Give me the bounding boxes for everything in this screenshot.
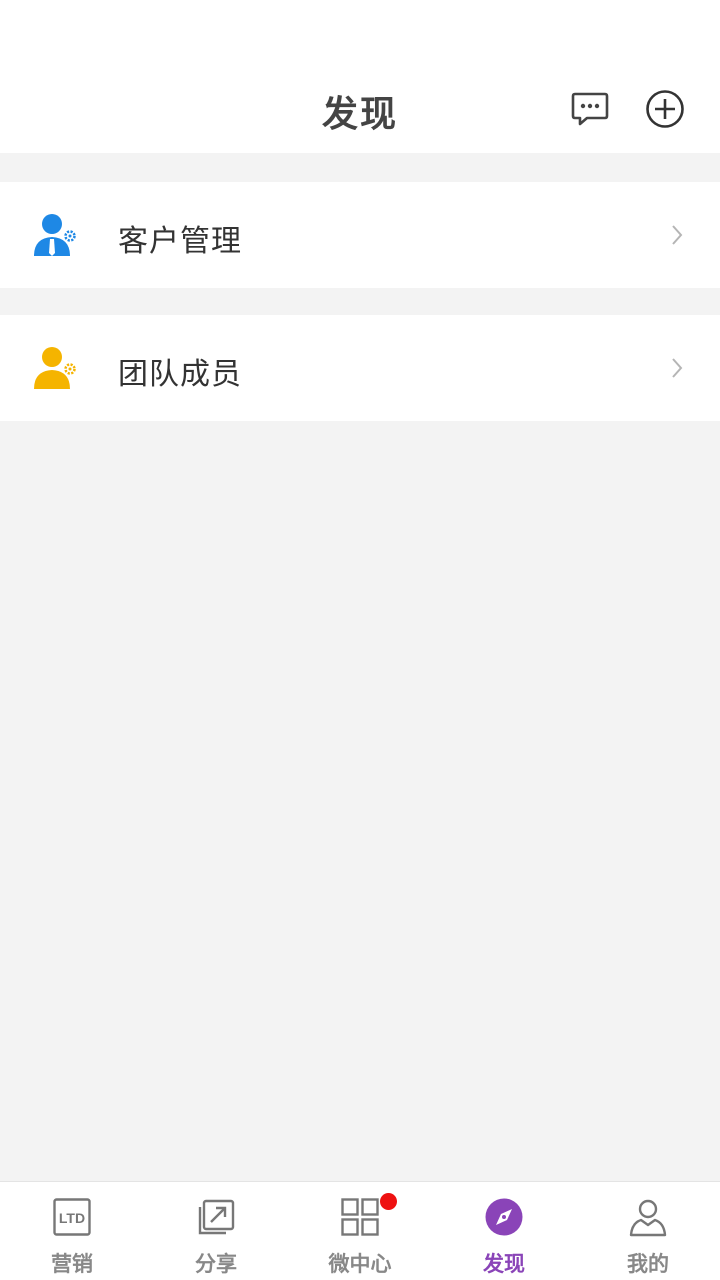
tab-label: 营销 [51,1252,93,1276]
menu-item-label: 团队成员 [118,357,242,392]
team-gear-icon [34,347,76,389]
add-button[interactable] [644,88,686,130]
tab-label: 发现 [483,1252,525,1276]
plus-circle-icon [646,90,684,128]
message-bubble-icon [571,92,609,126]
grid-icon [341,1198,379,1236]
compass-icon [485,1198,523,1236]
tab-share[interactable]: 分享 [144,1182,288,1280]
tab-micro-center[interactable]: 微中心 [288,1182,432,1280]
page-title: 发现 [321,94,398,135]
screen: 发现 客户管理 团队成员 LTD 营销 分享 微中心 发现 我的 [0,0,720,1280]
menu-item-label: 客户管理 [118,224,242,259]
customer-gear-icon [34,214,76,256]
chevron-right-icon [672,225,683,245]
share-icon [198,1199,235,1235]
message-button[interactable] [569,88,611,130]
ltd-icon: LTD [53,1198,91,1236]
notification-badge [380,1193,397,1210]
chevron-right-icon [672,358,683,378]
svg-text:LTD: LTD [59,1210,85,1226]
tab-label: 我的 [627,1252,669,1276]
top-header: 发现 [0,0,720,153]
tab-marketing[interactable]: LTD 营销 [0,1182,144,1280]
bottom-tab-bar: LTD 营销 分享 微中心 发现 我的 [0,1181,720,1280]
user-icon [629,1199,667,1237]
menu-item-team-members[interactable]: 团队成员 [0,315,720,421]
tab-discover[interactable]: 发现 [432,1182,576,1280]
tab-label: 微中心 [328,1252,392,1276]
tab-me[interactable]: 我的 [576,1182,720,1280]
menu-item-customer-management[interactable]: 客户管理 [0,182,720,288]
tab-label: 分享 [195,1252,237,1276]
